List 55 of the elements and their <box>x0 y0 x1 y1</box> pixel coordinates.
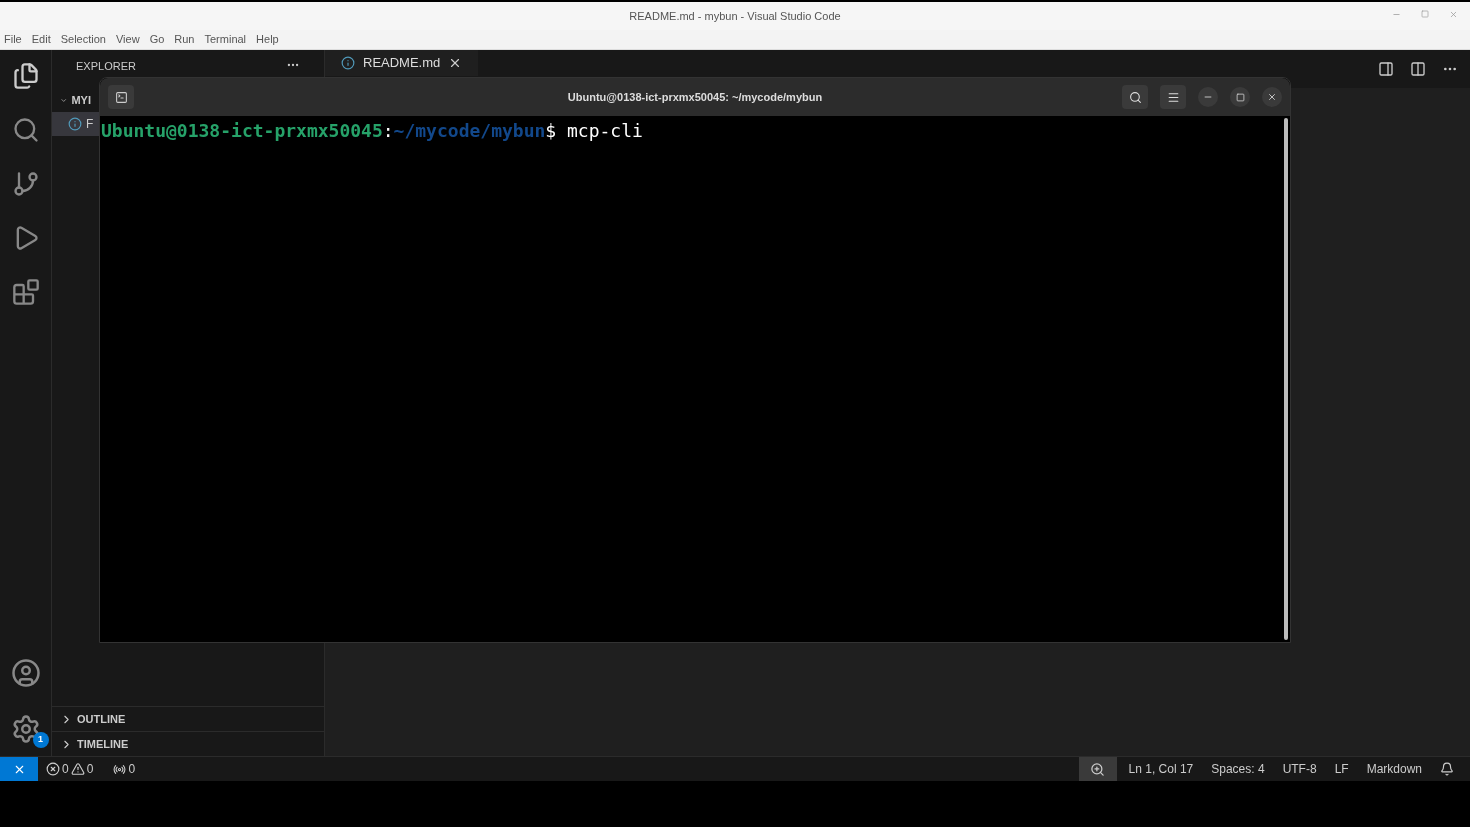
menu-item[interactable]: Run <box>174 31 195 48</box>
editor-tab[interactable]: README.md <box>325 50 479 76</box>
split-editor-icon[interactable] <box>1410 61 1426 77</box>
window-title: README.md - mybun - Visual Studio Code <box>629 8 841 24</box>
search-icon[interactable] <box>11 116 40 144</box>
prompt-user-host: Ubuntu@0138-ict-prxmx50045 <box>101 120 383 141</box>
info-icon <box>341 56 355 70</box>
menu-item[interactable]: Terminal <box>204 31 247 48</box>
account-icon[interactable] <box>10 658 41 688</box>
minimize-button[interactable] <box>1198 87 1218 107</box>
maximize-icon <box>1235 92 1245 102</box>
menu-item[interactable]: Selection <box>60 31 106 48</box>
terminal-command: mcp-cli <box>567 120 643 141</box>
error-icon <box>46 762 60 776</box>
problems-indicator[interactable]: 0 0 <box>46 760 94 778</box>
notification-badge: 1 <box>32 732 49 748</box>
bell-icon[interactable] <box>1440 762 1454 776</box>
ports-indicator[interactable]: 0 <box>113 760 136 778</box>
status-item[interactable]: Markdown <box>1366 760 1422 778</box>
warning-icon <box>70 762 85 776</box>
menu-item[interactable]: Go <box>149 31 165 48</box>
settings-icon[interactable] <box>10 714 41 744</box>
search-button[interactable] <box>1122 85 1148 109</box>
close-button[interactable] <box>1262 87 1282 107</box>
status-item[interactable]: Spaces: 4 <box>1211 760 1265 778</box>
menu-icon <box>1166 90 1180 104</box>
status-item[interactable]: LF <box>1334 760 1349 778</box>
menu-item[interactable]: File <box>4 31 22 48</box>
close-icon <box>1267 92 1277 102</box>
panel-icon[interactable] <box>1378 61 1394 77</box>
status-item[interactable]: Ln 1, Col 17 <box>1128 760 1194 778</box>
info-icon <box>68 117 82 131</box>
files-icon[interactable] <box>11 62 40 90</box>
maximize-button[interactable] <box>1230 87 1250 107</box>
new-tab-button[interactable] <box>108 85 134 109</box>
extensions-icon[interactable] <box>11 278 40 306</box>
menu-item[interactable]: View <box>115 31 140 48</box>
prompt-symbol: $ <box>545 120 557 141</box>
menu-item[interactable]: Help <box>256 31 279 48</box>
prompt-path: ~/mycode/mybun <box>393 120 546 141</box>
file-tree-item[interactable]: F <box>52 112 99 136</box>
folder-header[interactable]: MYI <box>52 88 99 112</box>
terminal-icon <box>114 90 128 104</box>
menu-button[interactable] <box>1160 85 1186 109</box>
search-icon <box>1128 90 1142 104</box>
sidebar-title: EXPLORER <box>76 59 136 74</box>
menu-item[interactable]: Edit <box>31 31 51 48</box>
branch-icon[interactable] <box>11 170 40 198</box>
terminal-title: Ubuntu@0138-ict-prxmx50045: ~/mycode/mybun <box>567 89 823 105</box>
prompt-separator: : <box>382 120 394 141</box>
status-item[interactable]: UTF-8 <box>1282 760 1317 778</box>
antenna-icon <box>113 762 127 776</box>
section-header[interactable]: OUTLINE <box>52 706 324 731</box>
zoom-button[interactable] <box>1078 757 1117 781</box>
zoom-icon <box>1090 761 1106 777</box>
